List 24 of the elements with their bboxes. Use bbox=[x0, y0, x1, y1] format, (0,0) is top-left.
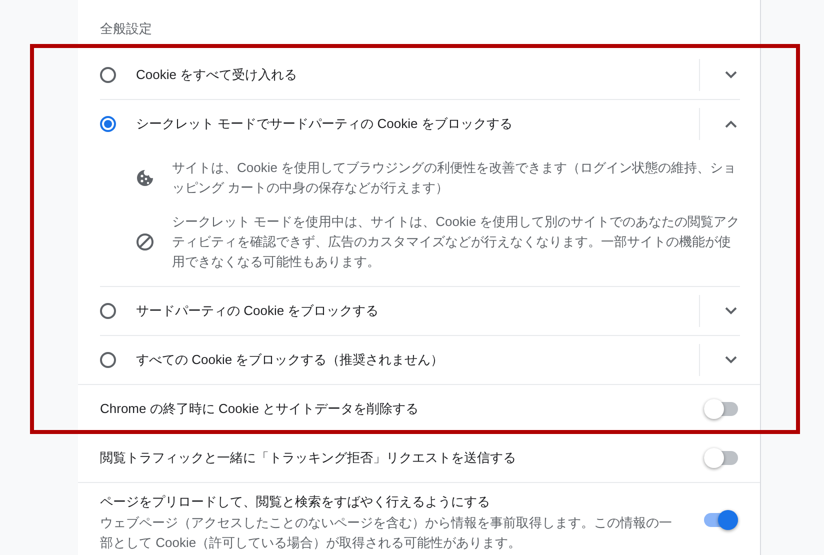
block-icon bbox=[136, 233, 154, 251]
detail-text: シークレット モードを使用中は、サイトは、Cookie を使用して別のサイトでのあなたの閲覧アクティビティを確認できず、広告のカスタマイズなどが行えなくなります。一部サイトの機能が使用できなくなる可能性もあります。 bbox=[172, 213, 740, 271]
section-title: 全般設定 bbox=[100, 20, 152, 38]
toggle-switch[interactable] bbox=[704, 399, 738, 419]
radio-button[interactable] bbox=[100, 303, 116, 319]
chevron-icon bbox=[725, 356, 737, 364]
chevron-icon bbox=[725, 70, 737, 78]
option-label: シークレット モードでサードパーティの Cookie をブロックする bbox=[136, 115, 514, 133]
option-label: Cookie をすべて受け入れる bbox=[136, 66, 298, 84]
cookie-icon bbox=[136, 169, 154, 187]
option-label: サードパーティの Cookie をブロックする bbox=[136, 302, 380, 320]
radio-button[interactable] bbox=[100, 116, 116, 132]
chevron-icon bbox=[725, 120, 737, 128]
option-label: すべての Cookie をブロックする（推奨されません） bbox=[136, 351, 445, 369]
setting-label: ページをプリロードして、閲覧と検索をすばやく行えるようにする bbox=[100, 493, 491, 511]
setting-description: ウェブページ（アクセスしたことのないページを含む）から情報を事前取得します。この情報の一部として Cookie（許可している場合）が取得される可能性があります。 bbox=[100, 514, 673, 552]
setting-label: 閲覧トラフィックと一緒に「トラッキング拒否」リクエストを送信する bbox=[100, 449, 517, 467]
detail-text: サイトは、Cookie を使用してブラウジングの利便性を改善できます（ログイン状態の維持、ショッピング カートの中身の保存などが行えます） bbox=[172, 159, 738, 197]
toggle-switch[interactable] bbox=[704, 510, 738, 530]
radio-button[interactable] bbox=[100, 352, 116, 368]
chevron-icon bbox=[725, 307, 737, 315]
setting-label: Chrome の終了時に Cookie とサイトデータを削除する bbox=[100, 400, 420, 418]
radio-button[interactable] bbox=[100, 66, 116, 82]
toggle-switch[interactable] bbox=[704, 448, 738, 468]
